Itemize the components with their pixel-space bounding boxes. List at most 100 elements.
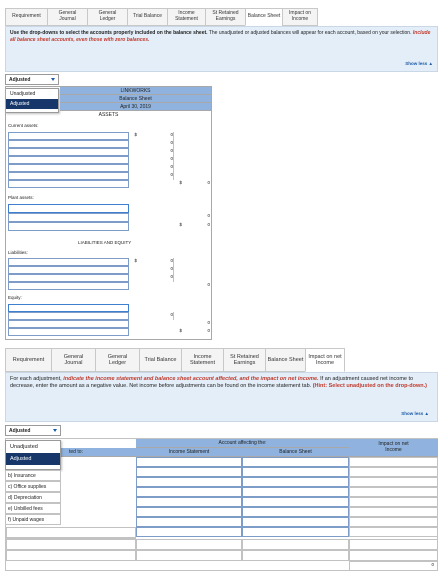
income-statement-select[interactable]: [136, 467, 242, 477]
total-assets-select[interactable]: [8, 222, 129, 231]
tab-balance-sheet-2[interactable]: Balance Sheet: [265, 348, 305, 372]
impact-cell[interactable]: [349, 550, 438, 561]
total-current-assets: 0: [207, 180, 210, 185]
related-cell[interactable]: [6, 550, 136, 561]
income-statement-select[interactable]: [136, 517, 242, 527]
tab-impact-on-income[interactable]: Impact on Income: [282, 8, 318, 26]
adjustment-item[interactable]: e) Unbilled fees: [5, 503, 61, 514]
option-unadjusted-2[interactable]: Unadjusted: [6, 441, 60, 453]
balance-sheet-select[interactable]: [242, 517, 349, 527]
tab-trial-balance-2[interactable]: Trial Balance: [139, 348, 181, 372]
option-adjusted-2[interactable]: Adjusted: [6, 453, 60, 465]
equity-account-select[interactable]: [8, 304, 129, 312]
related-cell[interactable]: [6, 539, 136, 550]
adjustment-item[interactable]: b) Insurance: [5, 470, 61, 481]
tab-general-journal-2[interactable]: General Journal: [51, 348, 95, 372]
impact-cell[interactable]: [349, 539, 438, 550]
asset-amount: 0: [137, 132, 174, 140]
tab-requirement-2[interactable]: Requirement: [5, 348, 51, 372]
equity-account-select[interactable]: [8, 312, 129, 320]
balance-sheet-select[interactable]: [242, 487, 349, 497]
income-statement-select[interactable]: [136, 487, 242, 497]
balance-sheet-select[interactable]: [242, 477, 349, 487]
current-assets-label: Current assets:: [8, 123, 39, 128]
income-statement-select[interactable]: [136, 527, 242, 537]
balance-sheet-select[interactable]: [242, 507, 349, 517]
asset-account-select[interactable]: [8, 140, 129, 148]
impact-input[interactable]: [349, 467, 438, 477]
impact-input[interactable]: [349, 487, 438, 497]
total-liabilities-select[interactable]: [8, 282, 129, 290]
income-cell[interactable]: [136, 539, 242, 550]
asset-account-select[interactable]: [8, 156, 129, 164]
asset-row: 0: [8, 140, 210, 148]
asset-row: 0: [8, 164, 210, 172]
tab-general-ledger[interactable]: General Ledger: [87, 8, 127, 26]
total-assets-row: $ 0: [8, 222, 210, 231]
balance-sheet-select[interactable]: [242, 497, 349, 507]
adjustment-item[interactable]: c) Office supplies: [5, 481, 61, 492]
header-income-statement: Income Statement: [136, 448, 242, 457]
income-statement-select[interactable]: [136, 507, 242, 517]
dropdown-value: Adjusted: [9, 76, 31, 83]
tab-income-statement[interactable]: Income Statement: [167, 8, 205, 26]
asset-account-select[interactable]: [8, 164, 129, 172]
total-liabilities-equity-select[interactable]: [8, 328, 129, 336]
adjustment-item[interactable]: f) Unpaid wages: [5, 514, 61, 525]
assets-heading: ASSETS: [98, 112, 119, 118]
income-cell[interactable]: [136, 550, 242, 561]
impact-input[interactable]: [349, 527, 438, 537]
income-statement-select[interactable]: [136, 497, 242, 507]
income-statement-select[interactable]: [136, 457, 242, 467]
total-liabilities-equity: 0: [207, 328, 210, 333]
header-balance-sheet: Balance Sheet: [242, 448, 349, 457]
income-statement-select[interactable]: [136, 477, 242, 487]
table-row: [136, 497, 438, 507]
bottom-tab-bar: Requirement General Journal General Ledg…: [5, 348, 345, 372]
impact-input[interactable]: [349, 477, 438, 487]
asset-amount: 0: [137, 172, 174, 180]
current-assets-total-row: $ 0: [8, 180, 210, 188]
adjustment-item[interactable]: d) Depreciation: [5, 492, 61, 503]
impact-input[interactable]: [349, 497, 438, 507]
asset-amount: 0: [137, 164, 174, 172]
tab-general-journal[interactable]: General Journal: [47, 8, 87, 26]
instructions-highlight-2: indicate the income statement and balanc…: [63, 376, 319, 382]
liability-account-select[interactable]: [8, 258, 129, 266]
impact-input[interactable]: [349, 517, 438, 527]
balance-cell[interactable]: [242, 550, 349, 561]
tab-trial-balance[interactable]: Trial Balance: [127, 8, 167, 26]
liability-account-select[interactable]: [8, 266, 129, 274]
liability-account-select[interactable]: [8, 274, 129, 282]
liability-amount: 0: [137, 274, 174, 282]
asset-account-select[interactable]: [8, 148, 129, 156]
total-current-assets-select[interactable]: [8, 180, 129, 188]
equity-amount: 0: [137, 312, 174, 320]
liability-amount: 0: [137, 266, 174, 274]
show-less-link-2[interactable]: Show less ▲: [401, 411, 429, 417]
balance-cell[interactable]: [242, 539, 349, 550]
adjusted-dropdown-2[interactable]: Adjusted: [5, 425, 61, 436]
tab-balance-sheet[interactable]: Balance Sheet: [245, 8, 282, 26]
related-row[interactable]: [6, 527, 136, 538]
asset-account-select[interactable]: [8, 132, 129, 140]
balance-sheet-select[interactable]: [242, 457, 349, 467]
tab-retained-earnings-2[interactable]: St Retained Earnings: [223, 348, 265, 372]
impact-input[interactable]: [349, 457, 438, 467]
balance-sheet-select[interactable]: [242, 527, 349, 537]
adjusted-dropdown[interactable]: Adjusted: [5, 74, 59, 85]
equity-account-select[interactable]: [8, 320, 129, 328]
liabilities-label: Liabilities:: [8, 250, 28, 255]
tab-income-statement-2[interactable]: Income Statement: [181, 348, 223, 372]
table-row: [136, 517, 438, 527]
tab-general-ledger-2[interactable]: General Ledger: [95, 348, 139, 372]
tab-impact-net-income[interactable]: Impact on net Income: [305, 348, 345, 372]
tab-retained-earnings[interactable]: St Retained Earnings: [205, 8, 245, 26]
asset-account-select[interactable]: [8, 172, 129, 180]
plant-account-select[interactable]: [8, 213, 129, 222]
plant-account-select[interactable]: [8, 204, 129, 213]
tab-requirement[interactable]: Requirement: [5, 8, 47, 26]
show-less-link[interactable]: Show less ▲: [405, 61, 433, 67]
impact-input[interactable]: [349, 507, 438, 517]
balance-sheet-select[interactable]: [242, 467, 349, 477]
